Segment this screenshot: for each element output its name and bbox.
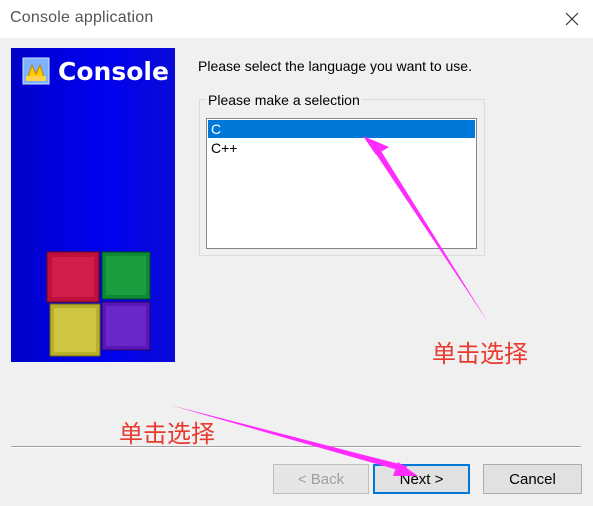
next-button[interactable]: Next > xyxy=(373,464,470,494)
next-hint-annotation: 单击选择 xyxy=(119,420,215,448)
banner-title: Console xyxy=(58,57,169,86)
language-prompt: Please select the language you want to u… xyxy=(198,58,472,74)
language-listbox[interactable]: C C++ xyxy=(206,118,477,249)
close-button[interactable] xyxy=(550,0,593,38)
groupbox-label: Please make a selection xyxy=(206,92,362,108)
cancel-button[interactable]: Cancel xyxy=(483,464,582,494)
list-item-c[interactable]: C xyxy=(208,120,475,138)
footer-separator xyxy=(11,446,581,448)
title-bar: Console application xyxy=(0,0,593,38)
codeblocks-logo-icon xyxy=(22,57,50,85)
wizard-banner: Console xyxy=(11,48,175,362)
list-hint-annotation: 单击选择 xyxy=(432,340,528,368)
close-icon xyxy=(565,12,578,26)
window-title: Console application xyxy=(10,9,154,26)
cubes-graphic xyxy=(46,251,151,357)
list-item-cpp[interactable]: C++ xyxy=(208,139,475,157)
back-button[interactable]: < Back xyxy=(273,464,369,494)
